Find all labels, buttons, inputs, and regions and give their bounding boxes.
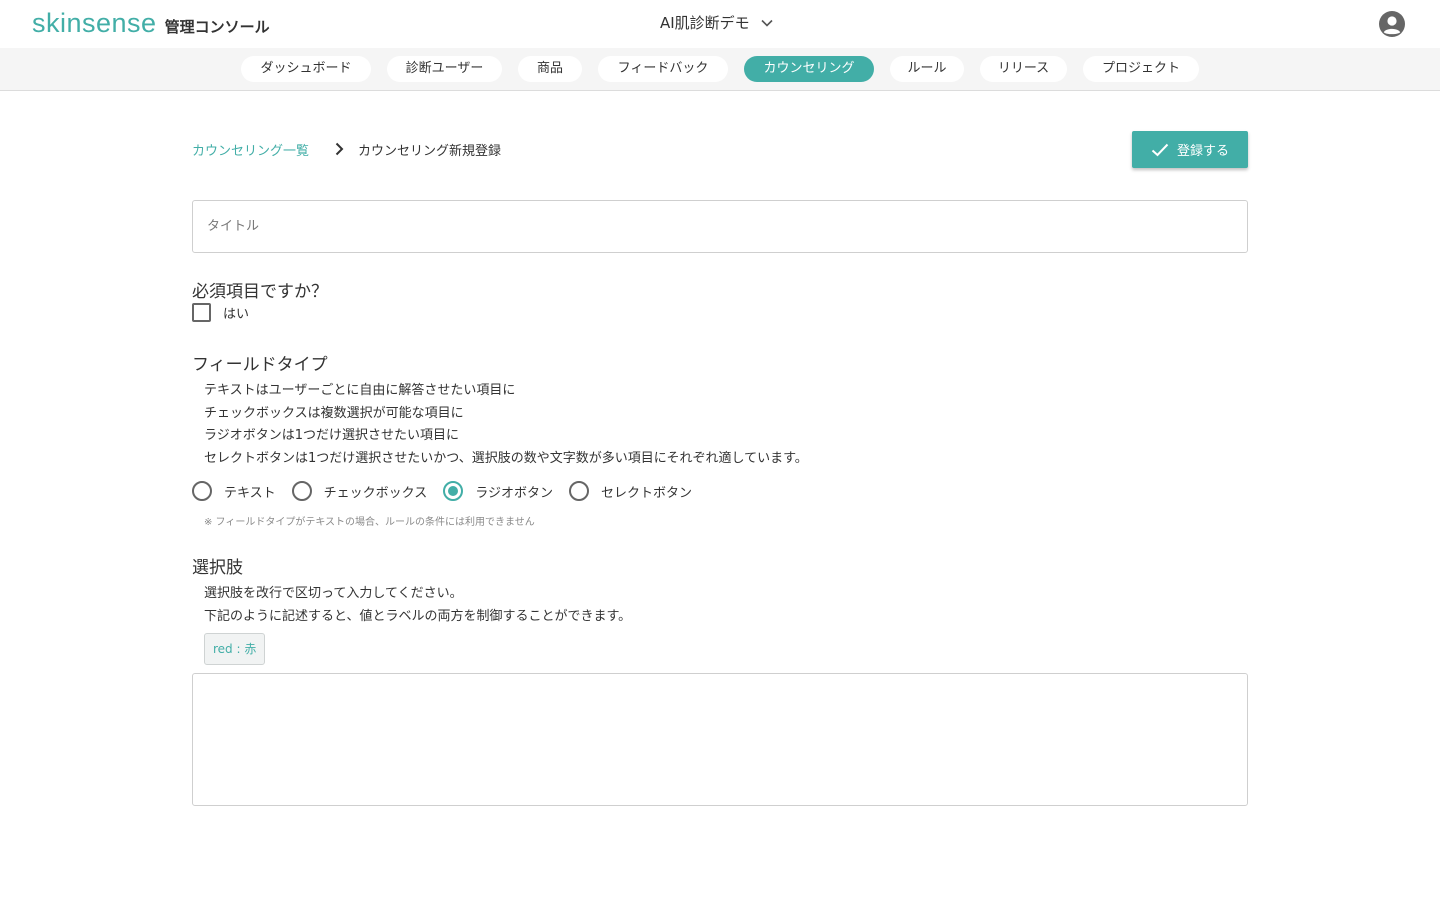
- nav-tab-rules[interactable]: ルール: [890, 56, 964, 82]
- brand-subtitle: 管理コンソール: [164, 18, 270, 36]
- brand[interactable]: skinsense 管理コンソール: [32, 8, 270, 39]
- radio-option-radio[interactable]: ラジオボタン: [443, 481, 553, 501]
- choices-description: 選択肢を改行で区切って入力してください。 下記のように記述すると、値とラベルの両…: [204, 583, 631, 628]
- chevron-down-icon: [761, 19, 773, 27]
- required-heading: 必須項目ですか？: [192, 282, 328, 302]
- radio-label: ラジオボタン: [475, 485, 553, 501]
- radio-button[interactable]: [291, 481, 312, 501]
- radio-label: テキスト: [224, 485, 276, 501]
- radio-option-checkbox[interactable]: チェックボックス: [291, 481, 428, 501]
- nav-tab-feedback[interactable]: フィードバック: [598, 56, 728, 82]
- project-switcher[interactable]: AI肌診断デモ: [660, 12, 774, 33]
- title-input[interactable]: [192, 200, 1248, 253]
- app-header: skinsense 管理コンソール AI肌診断デモ: [0, 0, 1440, 48]
- field-type-desc-line: テキストはユーザーごとに自由に解答させたい項目に: [204, 383, 516, 398]
- submit-button[interactable]: 登録する: [1132, 131, 1248, 168]
- choices-desc-line: 下記のように記述すると、値とラベルの両方を制御することができます。: [204, 608, 632, 624]
- nav-tab-users[interactable]: 診断ユーザー: [387, 56, 502, 82]
- choices-heading: 選択肢: [192, 558, 243, 578]
- radio-label: セレクトボタン: [601, 485, 693, 501]
- choices-example-code: red : 赤: [204, 633, 266, 665]
- breadcrumb-parent-link[interactable]: カウンセリング一覧: [192, 140, 309, 159]
- chevron-right-icon: [335, 142, 344, 156]
- field-type-desc-line: セレクトボタンは1つだけ選択させたいかつ、選択肢の数や文字数が多い項目にそれぞれ…: [204, 450, 808, 466]
- project-name: AI肌診断デモ: [660, 14, 750, 32]
- field-type-radio-group: テキスト チェックボックス ラジオボタン セレクトボタン: [192, 481, 708, 501]
- radio-label: チェックボックス: [323, 485, 428, 501]
- field-type-desc-line: ラジオボタンは1つだけ選択させたい項目に: [204, 428, 460, 443]
- field-type-desc-line: チェックボックスは複数選択が可能な項目に: [204, 405, 464, 421]
- required-checkbox-row[interactable]: はい: [192, 303, 249, 322]
- radio-button-selected[interactable]: [443, 481, 464, 501]
- choices-textarea[interactable]: [192, 673, 1248, 806]
- radio-option-text[interactable]: テキスト: [192, 481, 276, 501]
- main-nav: ダッシュボード 診断ユーザー 商品 フィードバック カウンセリング ルール リリ…: [0, 48, 1440, 91]
- required-checkbox-label: はい: [223, 307, 250, 322]
- field-type-note: ※ フィールドタイプがテキストの場合、ルールの条件には利用できません: [204, 517, 535, 528]
- nav-tab-projects[interactable]: プロジェクト: [1083, 56, 1199, 82]
- radio-option-select[interactable]: セレクトボタン: [569, 481, 692, 501]
- field-type-description: テキストはユーザーごとに自由に解答させたい項目に チェックボックスは複数選択が可…: [204, 380, 808, 470]
- choices-desc-line: 選択肢を改行で区切って入力してください。: [204, 586, 463, 601]
- nav-tab-products[interactable]: 商品: [518, 56, 582, 82]
- nav-tab-counseling[interactable]: カウンセリング: [744, 56, 874, 82]
- field-type-heading: フィールドタイプ: [192, 355, 328, 375]
- brand-logo: skinsense: [32, 8, 157, 38]
- nav-tab-dashboard[interactable]: ダッシュボード: [241, 56, 371, 82]
- radio-button[interactable]: [569, 481, 589, 501]
- user-circle-icon[interactable]: [1378, 10, 1406, 38]
- submit-label: 登録する: [1176, 143, 1229, 158]
- check-icon: [1151, 143, 1169, 156]
- breadcrumb-current: カウンセリング新規登録: [358, 144, 502, 159]
- radio-button[interactable]: [192, 481, 212, 501]
- required-checkbox[interactable]: [192, 303, 211, 322]
- nav-tab-releases[interactable]: リリース: [980, 56, 1067, 82]
